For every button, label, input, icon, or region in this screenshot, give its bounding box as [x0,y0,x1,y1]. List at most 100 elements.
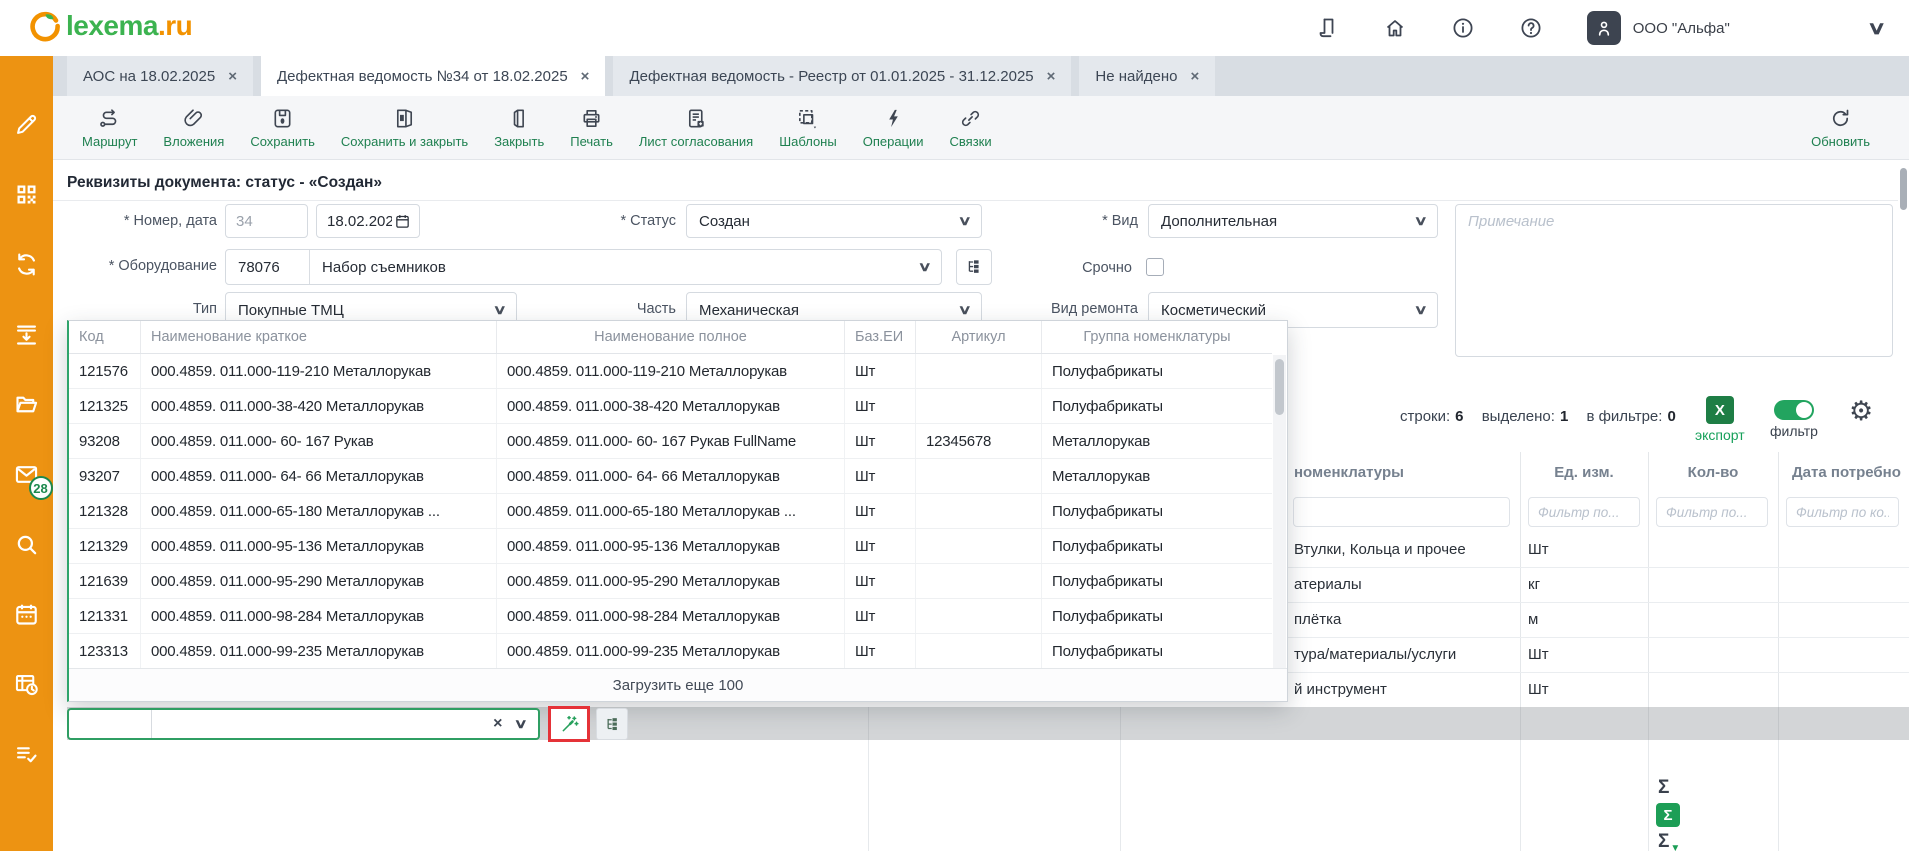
scrollbar-thumb[interactable] [1275,359,1284,415]
refresh-button[interactable]: Обновить [1798,96,1883,160]
tree-select-button[interactable] [596,708,628,740]
lookup-row[interactable]: 93208000.4859. 011.000- 60- 167 Рукав000… [69,424,1272,459]
chevron-down-icon[interactable]: ∨ [1867,18,1887,39]
help-icon[interactable] [1519,16,1543,40]
lookup-row[interactable]: 121576000.4859. 011.000-119-210 Металлор… [69,354,1272,389]
route-button[interactable]: Маршрут [69,96,150,159]
sidebar-item-print-queue[interactable] [3,310,51,358]
contract-icon[interactable] [1315,16,1339,40]
lookup-row[interactable]: 121331000.4859. 011.000-98-284 Металлору… [69,599,1272,634]
grid-row-unit[interactable]: Шт [1528,532,1638,567]
grid-column-header-qty[interactable]: Кол-во [1648,452,1778,492]
grid-row-unit[interactable]: м [1528,602,1638,637]
equipment-combobox[interactable]: 78076 Набор съемников ∨ [225,249,942,285]
sidebar-item-qr[interactable] [3,170,51,218]
grid-row-name[interactable]: Втулки, Кольца и прочее [1294,532,1516,567]
attachments-button[interactable]: Вложения [150,96,237,159]
sidebar-item-reports[interactable] [3,660,51,708]
date-field[interactable] [316,204,420,238]
lookup-row[interactable]: 123313000.4859. 011.000-99-235 Металлору… [69,634,1272,669]
links-button[interactable]: Связки [937,96,1005,159]
number-input[interactable] [226,213,307,230]
tab-close-icon[interactable]: × [1191,68,1200,85]
approval-sheet-button[interactable]: Лист согласования [626,96,766,159]
kind-select[interactable]: Дополнительная∨ [1148,204,1438,238]
filter-input-nomenclature[interactable] [1293,497,1510,527]
tab-not-found[interactable]: Не найдено× [1079,56,1215,96]
filter-input[interactable] [1529,498,1639,526]
lookup-col-code[interactable]: Код [69,321,141,353]
close-button[interactable]: Закрыть [481,96,557,159]
lookup-col-short-name[interactable]: Наименование краткое [141,321,497,353]
tab-defect-registry[interactable]: Дефектная ведомость - Реестр от 01.01.20… [613,56,1071,96]
urgent-checkbox[interactable] [1146,258,1164,276]
lookup-row[interactable]: 121329000.4859. 011.000-95-136 Металлору… [69,529,1272,564]
gear-icon[interactable]: ⚙ [1849,398,1873,425]
sidebar-item-calendar[interactable] [3,590,51,638]
sum-icon[interactable]: Σ [1658,777,1669,799]
tab-defect-sheet[interactable]: Дефектная ведомость №34 от 18.02.2025× [261,56,605,96]
sidebar-item-search[interactable] [3,520,51,568]
status-select[interactable]: Создан∨ [686,204,982,238]
grid-row-unit[interactable]: Шт [1528,672,1638,707]
operations-button[interactable]: Операции [850,96,937,159]
grid-row-unit[interactable]: Шт [1528,637,1638,672]
clear-icon[interactable]: × [493,715,502,733]
sidebar-item-edit[interactable] [3,100,51,148]
date-input[interactable] [317,213,394,230]
filter-toggle[interactable]: фильтр [1770,400,1818,439]
lookup-scrollbar[interactable] [1273,355,1286,668]
avatar[interactable] [1587,11,1621,45]
sidebar-item-tasks[interactable] [3,730,51,778]
chevron-down-icon[interactable]: ∨ [514,716,528,732]
sidebar-item-documents[interactable] [3,380,51,428]
tab-close-icon[interactable]: × [228,68,237,85]
sidebar-item-sync[interactable] [3,240,51,288]
grid-column-header-nomenclature[interactable]: номенклатуры [1294,452,1514,492]
lookup-row[interactable]: 121328000.4859. 011.000-65-180 Металлору… [69,494,1272,529]
home-icon[interactable] [1383,16,1407,40]
sidebar-item-mail[interactable]: 28 [3,450,51,498]
grid-row-name[interactable]: й инструмент [1294,672,1516,707]
equipment-tree-button[interactable] [956,249,992,285]
export-excel-button[interactable]: X экспорт [1695,396,1745,443]
number-field[interactable] [225,204,308,238]
info-icon[interactable] [1451,16,1475,40]
note-textarea[interactable] [1456,205,1892,356]
tab-close-icon[interactable]: × [1047,68,1056,85]
grid-row-name[interactable]: атериалы [1294,567,1516,602]
grid-row-name[interactable]: плётка [1294,602,1516,637]
lookup-col-group[interactable]: Группа номенклатуры [1042,321,1272,353]
grid-row-unit[interactable]: кг [1528,567,1638,602]
lookup-col-article[interactable]: Артикул [916,321,1042,353]
grid-column-header-date[interactable]: Дата потребно [1792,452,1909,492]
page-scrollbar[interactable] [1900,168,1907,210]
grid-row-name[interactable]: тура/материалы/услуги [1294,637,1516,672]
filter-input[interactable] [1787,498,1898,526]
filter-input-unit[interactable] [1528,497,1640,527]
sum-selected-icon[interactable]: Σ [1656,803,1680,827]
combobox-code-cell[interactable] [69,710,152,738]
sum-filtered-icon[interactable]: Σ▼ [1658,831,1680,851]
save-button[interactable]: Сохранить [237,96,328,159]
note-field[interactable] [1455,204,1893,357]
lookup-row[interactable]: 121639000.4859. 011.000-95-290 Металлору… [69,564,1272,599]
grid-column-header-unit[interactable]: Ед. изм. [1520,452,1648,492]
toggle-on-icon[interactable] [1774,400,1814,420]
lookup-col-base-unit[interactable]: Баз.ЕИ [845,321,916,353]
calendar-icon[interactable] [394,213,411,230]
lookup-row[interactable]: 121325000.4859. 011.000-38-420 Металлору… [69,389,1272,424]
load-more-button[interactable]: Загрузить еще 100 [69,668,1287,701]
filter-input-date[interactable] [1786,497,1899,527]
templates-button[interactable]: Шаблоны [766,96,850,159]
nomenclature-combobox[interactable]: × ∨ [67,708,540,740]
tab-close-icon[interactable]: × [581,68,590,85]
filter-input[interactable] [1294,498,1509,526]
tab-aos[interactable]: АОС на 18.02.2025× [67,56,253,96]
lexema-logo[interactable]: lexema.ru [28,9,192,43]
save-and-close-button[interactable]: Сохранить и закрыть [328,96,481,159]
print-button[interactable]: Печать [557,96,626,159]
lookup-row[interactable]: 93207000.4859. 011.000- 64- 66 Металлору… [69,459,1272,494]
filter-input-qty[interactable] [1656,497,1768,527]
lookup-col-full-name[interactable]: Наименование полное [497,321,845,353]
